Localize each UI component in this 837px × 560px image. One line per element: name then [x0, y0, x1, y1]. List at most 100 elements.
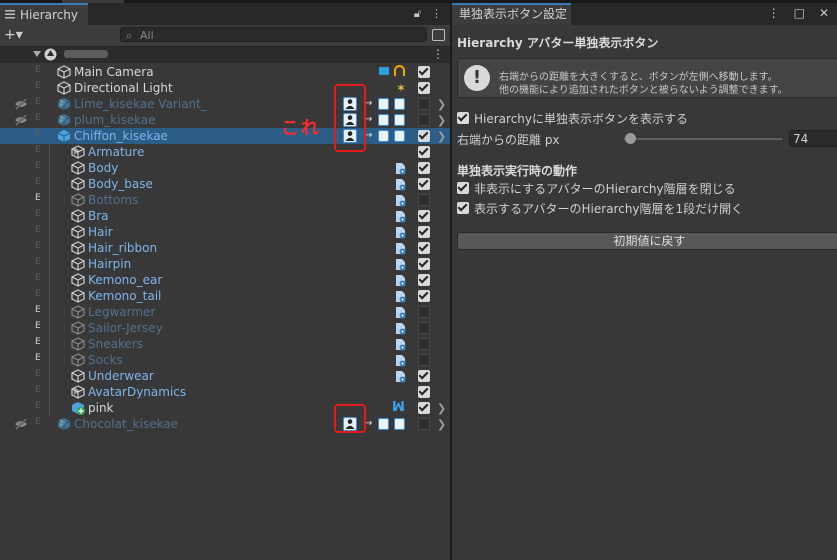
object-name: Body_base: [88, 177, 153, 191]
hierarchy-row[interactable]: E Lime_kisekae Variant_ ↦ ❯: [0, 96, 450, 112]
gameobject-icon: [57, 81, 71, 95]
object-name: Main Camera: [74, 65, 154, 79]
hierarchy-row[interactable]: E Sailor-Jersey: [0, 320, 450, 336]
open-prefab-arrow-icon[interactable]: ❯: [437, 114, 446, 127]
active-toggle-checkbox[interactable]: [418, 178, 430, 190]
open-prefab-arrow-icon[interactable]: ❯: [437, 402, 446, 415]
hierarchy-row[interactable]: E Chiffon_kisekae ↦ ❯: [0, 128, 450, 144]
object-name: Bra: [88, 209, 109, 223]
active-toggle-checkbox[interactable]: [418, 210, 430, 222]
hierarchy-row[interactable]: E Body: [0, 160, 450, 176]
active-toggle-checkbox[interactable]: [418, 146, 430, 158]
help-box: ! 右端からの距離を大きくすると、ボタンが左側へ移動します。 他の機能により追加…: [457, 58, 837, 98]
active-toggle-checkbox[interactable]: [418, 338, 430, 350]
scene-picker-icon[interactable]: [432, 29, 445, 41]
show-button-label: Hierarchyに単独表示ボタンを表示する: [474, 112, 689, 126]
descriptor-icon: [378, 130, 389, 142]
active-toggle-checkbox[interactable]: [418, 98, 430, 110]
search-placeholder: All: [140, 29, 154, 42]
tab-hierarchy[interactable]: Hierarchy: [0, 3, 88, 25]
active-toggle-checkbox[interactable]: [418, 354, 430, 366]
active-toggle-checkbox[interactable]: [418, 114, 430, 126]
tree-guide-line: [49, 144, 50, 160]
active-toggle-checkbox[interactable]: [418, 370, 430, 382]
distance-input[interactable]: 74: [789, 130, 837, 147]
hierarchy-row[interactable]: E Bra: [0, 208, 450, 224]
tree-guide-line: [49, 192, 50, 208]
merge-armature-icon: ꟽ: [392, 400, 405, 415]
scene-row[interactable]: ⋮: [0, 47, 450, 63]
active-toggle-checkbox[interactable]: [418, 402, 430, 414]
open-prefab-arrow-icon[interactable]: ❯: [437, 98, 446, 111]
scene-more-icon[interactable]: ⋮: [432, 47, 444, 61]
active-toggle-checkbox[interactable]: [418, 290, 430, 302]
active-toggle-checkbox[interactable]: [418, 194, 430, 206]
hierarchy-row[interactable]: E Sneakers: [0, 336, 450, 352]
search-icon: ⌕: [126, 29, 133, 42]
active-toggle-checkbox[interactable]: [418, 82, 430, 94]
renderer-component-icon: [395, 226, 406, 239]
editor-only-marker: E: [35, 289, 41, 299]
maximize-icon[interactable]: □: [794, 6, 805, 20]
gameobject-icon: [71, 289, 85, 303]
reset-button[interactable]: 初期値に戻す: [457, 232, 837, 250]
show-button-checkbox[interactable]: [457, 112, 469, 124]
hierarchy-row[interactable]: Eplum_kisekae ↦ ❯: [0, 112, 450, 128]
hierarchy-row[interactable]: Epink ꟽ ❯: [0, 400, 450, 416]
active-toggle-checkbox[interactable]: [418, 418, 430, 430]
hierarchy-row[interactable]: E Socks: [0, 352, 450, 368]
distance-slider-track[interactable]: [624, 138, 782, 140]
open-prefab-arrow-icon[interactable]: ❯: [437, 130, 446, 143]
editor-only-marker: E: [35, 177, 41, 187]
hierarchy-row[interactable]: E Armature: [0, 144, 450, 160]
hierarchy-row[interactable]: E Directional Light ✶: [0, 80, 450, 96]
expand-checkbox[interactable]: [457, 202, 469, 214]
active-toggle-checkbox[interactable]: [418, 274, 430, 286]
gameobject-icon: [71, 177, 85, 191]
lock-icon[interactable]: 🔓︎: [414, 7, 421, 21]
hierarchy-row[interactable]: E Underwear: [0, 368, 450, 384]
active-toggle-checkbox[interactable]: [418, 258, 430, 270]
active-toggle-checkbox[interactable]: [418, 66, 430, 78]
active-toggle-checkbox[interactable]: [418, 242, 430, 254]
editor-only-marker: E: [35, 113, 41, 123]
renderer-component-icon: [395, 338, 406, 351]
hierarchy-row[interactable]: E Main Camera: [0, 64, 450, 80]
add-object-button[interactable]: +▾: [4, 27, 30, 43]
more-options-icon[interactable]: ⋮: [431, 7, 442, 21]
descriptor-icon: [378, 98, 389, 110]
hierarchy-row[interactable]: E Chocolat_kisekae ↦ ❯: [0, 416, 450, 432]
active-toggle-checkbox[interactable]: [418, 306, 430, 318]
editor-only-marker: E: [35, 369, 41, 379]
active-toggle-checkbox[interactable]: [418, 130, 430, 142]
hierarchy-row[interactable]: E Bottoms: [0, 192, 450, 208]
hierarchy-row[interactable]: E Hairpin: [0, 256, 450, 272]
tab-settings[interactable]: 単独表示ボタン設定: [452, 3, 571, 25]
editor-only-marker: E: [35, 209, 41, 219]
open-prefab-arrow-icon[interactable]: ❯: [437, 418, 446, 431]
object-name: Socks: [88, 353, 123, 367]
hierarchy-row[interactable]: E Kemono_tail: [0, 288, 450, 304]
collapse-checkbox[interactable]: [457, 182, 469, 194]
visibility-hidden-icon[interactable]: [14, 114, 28, 129]
hierarchy-row[interactable]: E Body_base: [0, 176, 450, 192]
hierarchy-row[interactable]: E Hair: [0, 224, 450, 240]
distance-slider-handle[interactable]: [625, 133, 637, 144]
visibility-hidden-icon[interactable]: [14, 418, 28, 433]
search-input[interactable]: ⌕ All: [120, 27, 427, 42]
hierarchy-row[interactable]: E Kemono_ear: [0, 272, 450, 288]
editor-only-marker: E: [35, 305, 41, 315]
hierarchy-row[interactable]: E Legwarmer: [0, 304, 450, 320]
active-toggle-checkbox[interactable]: [418, 162, 430, 174]
hierarchy-row[interactable]: E AvatarDynamics: [0, 384, 450, 400]
hierarchy-row[interactable]: E Hair_ribbon: [0, 240, 450, 256]
active-toggle-checkbox[interactable]: [418, 322, 430, 334]
visibility-hidden-icon[interactable]: [14, 98, 28, 113]
object-name: Chiffon_kisekae: [74, 129, 168, 143]
active-toggle-checkbox[interactable]: [418, 386, 430, 398]
scene-expand-arrow-icon[interactable]: [33, 51, 41, 59]
more-options-icon[interactable]: ⋮: [768, 6, 780, 20]
active-toggle-checkbox[interactable]: [418, 226, 430, 238]
gameobject-icon: [71, 305, 85, 319]
close-icon[interactable]: ✕: [819, 6, 829, 20]
